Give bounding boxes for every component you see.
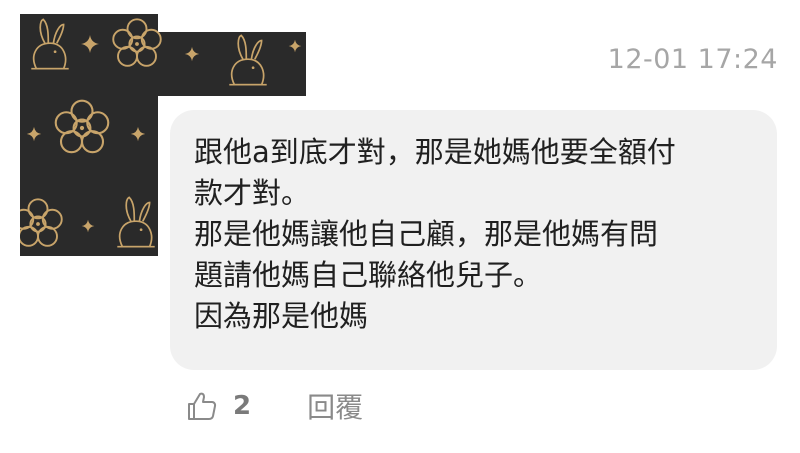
like-button[interactable]: 2	[186, 390, 251, 422]
comment-item: 12-01 17:24 跟他a到底才對，那是她媽他要全額付 款才對。 那是他媽讓…	[0, 0, 800, 453]
comment-timestamp: 12-01 17:24	[607, 44, 778, 75]
comment-text: 跟他a到底才對，那是她媽他要全額付 款才對。 那是他媽讓他自己顧，那是他媽有問 …	[194, 135, 676, 333]
comment-bubble: 跟他a到底才對，那是她媽他要全額付 款才對。 那是他媽讓他自己顧，那是他媽有問 …	[170, 110, 777, 370]
thumbs-up-icon	[188, 392, 217, 420]
comment-actions: 2 回覆	[186, 388, 363, 424]
reply-button[interactable]: 回覆	[307, 386, 363, 426]
like-count: 2	[233, 391, 252, 421]
